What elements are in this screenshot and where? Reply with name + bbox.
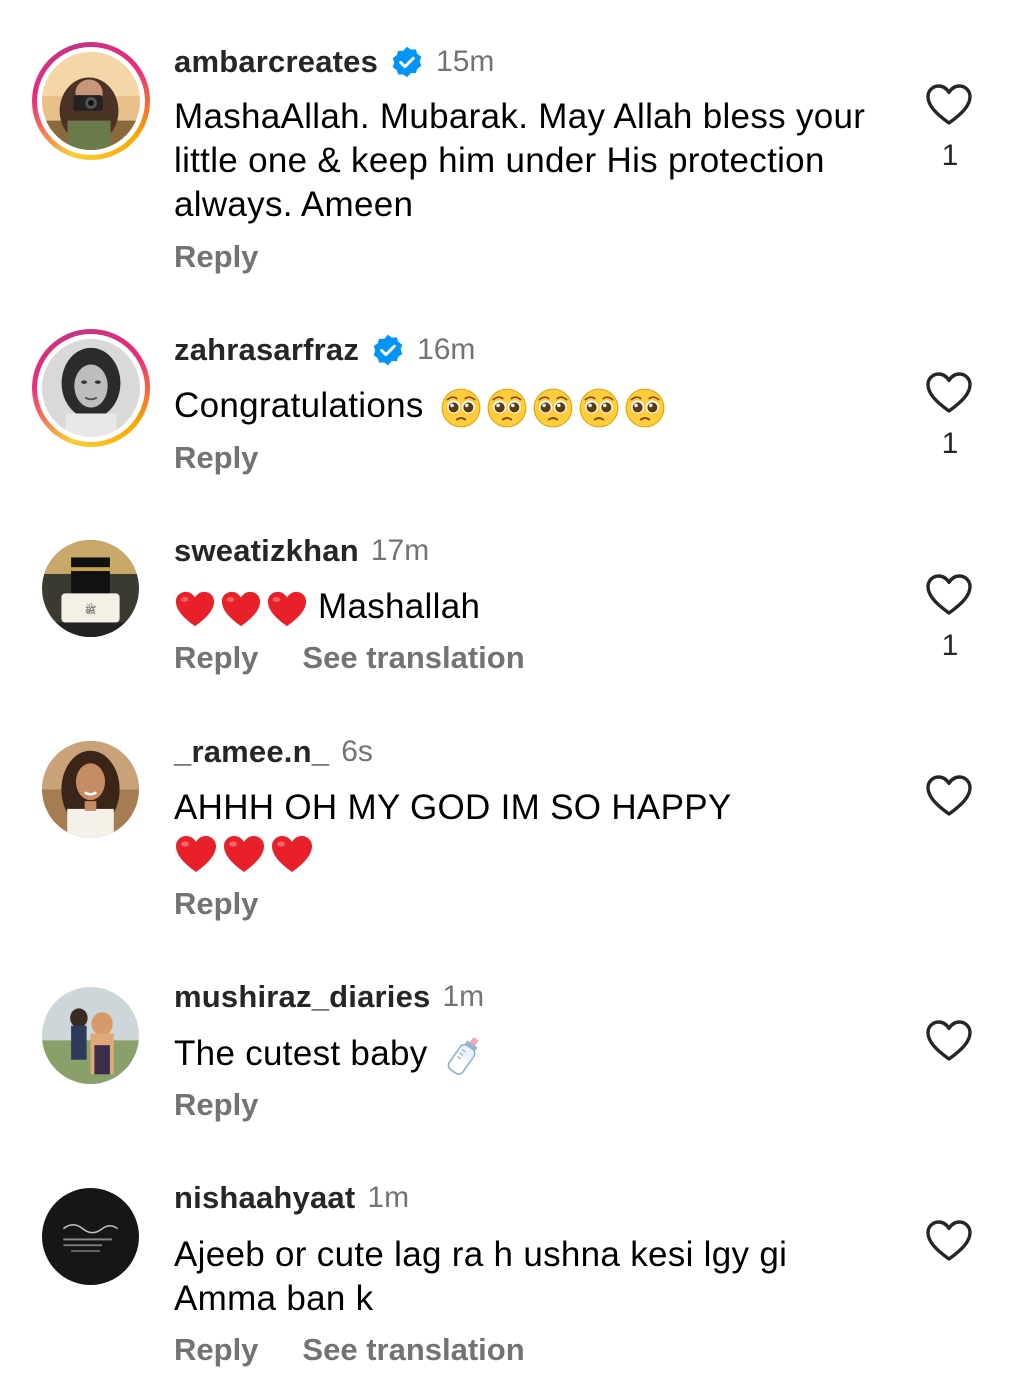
comment-header: ambarcreates 15m: [174, 42, 494, 82]
username[interactable]: _ramee.n_: [174, 734, 329, 770]
comment-text: MashaAllah. Mubarak. May Allah bless you…: [174, 97, 866, 224]
comment-header: _ramee.n_ 6s: [174, 732, 373, 772]
timestamp: 1m: [442, 980, 485, 1013]
avatar[interactable]: [32, 329, 150, 447]
comment-header: zahrasarfraz 16m: [174, 330, 475, 370]
verified-badge-icon: [390, 45, 424, 79]
svg-text:ﷺ: ﷺ: [85, 602, 97, 616]
pleading-face-icon: [486, 387, 528, 429]
avatar-image: ﷺ: [42, 540, 139, 637]
reply-button[interactable]: Reply: [174, 640, 258, 676]
red-heart-icon: [270, 834, 314, 874]
username[interactable]: sweatizkhan: [174, 533, 359, 569]
red-heart-icon: [220, 589, 262, 629]
comment-text-body: AHHH OH MY GOD IM SO HAPPY: [174, 788, 732, 827]
username[interactable]: zahrasarfraz: [174, 332, 359, 368]
red-heart-icon: [222, 834, 266, 874]
heart-outline-icon[interactable]: [925, 1219, 973, 1263]
reply-button[interactable]: Reply: [174, 1332, 258, 1368]
baby-bottle-icon: [442, 1033, 486, 1079]
red-heart-icon: [174, 589, 216, 629]
emoji-group: [174, 834, 314, 874]
verified-badge-icon: [371, 333, 405, 367]
comment-header: mushiraz_diaries 1m: [174, 977, 484, 1017]
heart-outline-icon[interactable]: [925, 1019, 973, 1063]
avatar-image: [42, 339, 140, 437]
red-heart-icon: [174, 834, 218, 874]
timestamp: 16m: [417, 333, 476, 366]
pleading-face-icon: [578, 387, 620, 429]
avatar[interactable]: [32, 42, 150, 160]
avatar-image: [42, 1188, 139, 1285]
timestamp: 6s: [341, 735, 373, 768]
comment-header: nishaahyaat 1m: [174, 1178, 409, 1218]
pleading-face-icon: [440, 387, 482, 429]
reply-button[interactable]: Reply: [174, 1087, 258, 1123]
comment-text-body: Mashallah: [318, 587, 481, 626]
comment-text: Ajeeb or cute lag ra h ushna kesi lgy gi…: [174, 1235, 788, 1318]
avatar-image: [42, 987, 139, 1084]
red-heart-icon: [266, 589, 308, 629]
timestamp: 15m: [436, 45, 495, 78]
avatar[interactable]: [42, 741, 139, 838]
like-count[interactable]: 1: [930, 427, 970, 461]
pleading-face-icon: [624, 387, 666, 429]
heart-outline-icon[interactable]: [925, 371, 973, 415]
reply-button[interactable]: Reply: [174, 886, 258, 922]
avatar[interactable]: [42, 1188, 139, 1285]
avatar[interactable]: ﷺ: [42, 540, 139, 637]
timestamp: 1m: [367, 1181, 410, 1214]
comment-text: Mashallah: [174, 585, 874, 629]
comment-text: AHHH OH MY GOD IM SO HAPPY: [174, 786, 854, 874]
pleading-face-icon: [532, 387, 574, 429]
comment-text: Congratulations: [174, 384, 874, 429]
avatar[interactable]: [42, 987, 139, 1084]
reply-button[interactable]: Reply: [174, 440, 258, 476]
comment-header: sweatizkhan 17m: [174, 531, 429, 571]
see-translation-button[interactable]: See translation: [302, 1332, 524, 1368]
see-translation-button[interactable]: See translation: [302, 640, 524, 676]
username[interactable]: ambarcreates: [174, 44, 378, 80]
comment-text: The cutest baby: [174, 1032, 874, 1079]
avatar-image: [42, 741, 139, 838]
comment-text-body: The cutest baby: [174, 1034, 428, 1073]
username[interactable]: nishaahyaat: [174, 1180, 355, 1216]
emoji-group: [440, 387, 666, 429]
emoji-group: [174, 589, 308, 629]
heart-outline-icon[interactable]: [925, 774, 973, 818]
reply-button[interactable]: Reply: [174, 239, 258, 275]
avatar-image: [42, 52, 140, 150]
heart-outline-icon[interactable]: [925, 573, 973, 617]
like-count[interactable]: 1: [930, 629, 970, 663]
timestamp: 17m: [370, 534, 430, 567]
like-count[interactable]: 1: [930, 139, 970, 173]
heart-outline-icon[interactable]: [925, 83, 973, 127]
username[interactable]: mushiraz_diaries: [174, 979, 430, 1015]
comment-text-body: Congratulations: [174, 386, 424, 425]
